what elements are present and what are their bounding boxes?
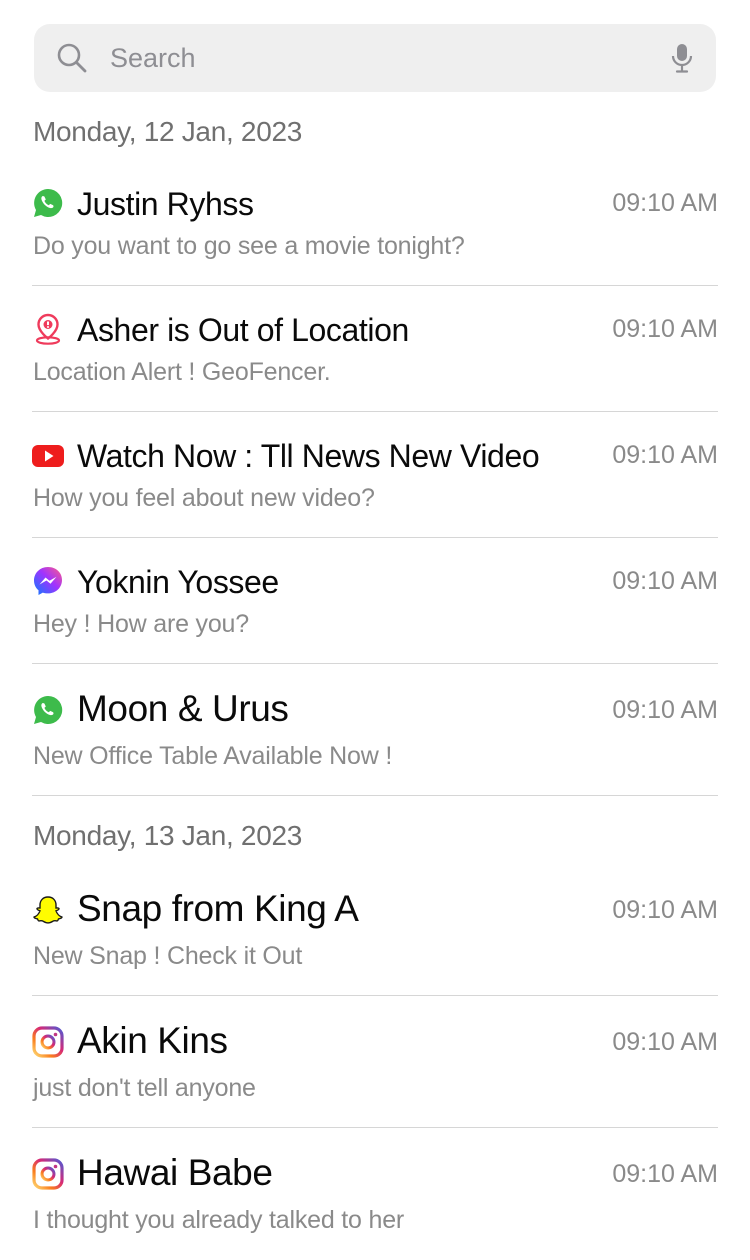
notification-item[interactable]: Yoknin Yossee 09:10 AM Hey ! How are you… (32, 560, 718, 650)
notification-title: Yoknin Yossee (77, 564, 279, 600)
notification-title: Justin Ryhss (77, 186, 254, 222)
divider (32, 537, 718, 538)
location-pin-icon (35, 313, 61, 345)
divider (32, 1127, 718, 1128)
notification-time: 09:10 AM (612, 441, 718, 469)
notification-time: 09:10 AM (612, 896, 718, 924)
notification-time: 09:10 AM (612, 189, 718, 217)
notification-item[interactable]: Akin Kins 09:10 AM just don't tell anyon… (32, 1018, 718, 1118)
divider (32, 995, 718, 996)
microphone-icon[interactable] (670, 42, 694, 74)
notification-time: 09:10 AM (612, 696, 718, 724)
notification-item[interactable]: Asher is Out of Location 09:10 AM Locati… (32, 308, 718, 398)
notification-screen: Monday, 12 Jan, 2023 Justin Ryhss 09:10 … (0, 0, 750, 1260)
notification-time: 09:10 AM (612, 1160, 718, 1188)
notification-message: New Office Table Available Now ! (33, 742, 393, 770)
instagram-icon (32, 1026, 64, 1058)
notification-title: Akin Kins (77, 1020, 228, 1061)
youtube-icon (32, 445, 64, 467)
instagram-icon (32, 1158, 64, 1190)
search-input[interactable] (110, 24, 650, 92)
notification-message: Do you want to go see a movie tonight? (33, 232, 465, 260)
date-header: Monday, 12 Jan, 2023 (33, 116, 303, 147)
divider (32, 285, 718, 286)
divider (32, 663, 718, 664)
notification-time: 09:10 AM (612, 567, 718, 595)
notification-title: Moon & Urus (77, 688, 289, 729)
notification-message: Location Alert ! GeoFencer. (33, 358, 331, 386)
notification-title: Snap from King A (77, 888, 359, 929)
whatsapp-icon (34, 188, 63, 217)
messenger-icon (34, 567, 62, 595)
notification-title: Watch Now : Tll News New Video (77, 438, 540, 474)
notification-item[interactable]: Hawai Babe 09:10 AM I thought you alread… (32, 1150, 718, 1250)
notification-item[interactable]: Snap from King A 09:10 AM New Snap ! Che… (32, 886, 718, 986)
notification-message: New Snap ! Check it Out (33, 942, 303, 970)
snapchat-icon (33, 896, 63, 924)
notification-item[interactable]: Justin Ryhss 09:10 AM Do you want to go … (32, 182, 718, 272)
date-header: Monday, 13 Jan, 2023 (33, 820, 303, 851)
whatsapp-icon (34, 695, 63, 724)
notification-time: 09:10 AM (612, 1028, 718, 1056)
notification-message: just don't tell anyone (33, 1074, 256, 1102)
notification-item[interactable]: Watch Now : Tll News New Video 09:10 AM … (32, 434, 718, 524)
search-icon (57, 43, 87, 73)
divider (32, 795, 718, 796)
divider (32, 411, 718, 412)
notification-title: Hawai Babe (77, 1152, 273, 1193)
search-bar[interactable] (34, 24, 716, 92)
notification-item[interactable]: Moon & Urus 09:10 AM New Office Table Av… (32, 686, 718, 786)
notification-message: How you feel about new video? (33, 484, 375, 512)
notification-title: Asher is Out of Location (77, 312, 409, 348)
notification-message: Hey ! How are you? (33, 610, 249, 638)
notification-time: 09:10 AM (612, 315, 718, 343)
notification-message: I thought you already talked to her (33, 1206, 405, 1234)
